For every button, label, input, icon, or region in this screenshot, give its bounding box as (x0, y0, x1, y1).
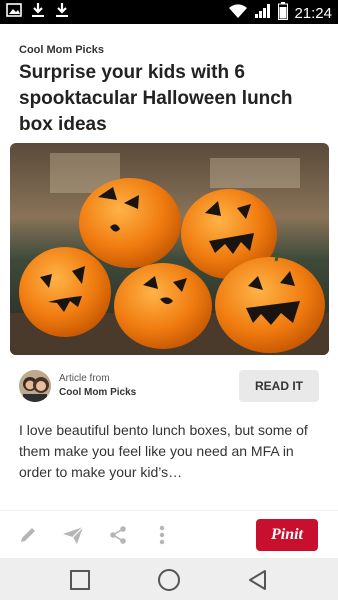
pin-closeup: Cool Mom Picks Surprise your kids with 6… (0, 24, 338, 510)
pin-description: I love beautiful bento lunch boxes, but … (19, 422, 308, 480)
image-icon (6, 2, 22, 23)
download-icon (54, 2, 70, 23)
read-it-button[interactable]: READ IT (239, 370, 319, 402)
send-icon[interactable] (61, 523, 85, 547)
article-from-label: Article from (59, 373, 110, 384)
article-source-name[interactable]: Cool Mom Picks (59, 387, 136, 398)
pin-title: Surprise your kids with 6 spooktacular H… (19, 62, 293, 135)
back-triangle-icon[interactable] (246, 568, 270, 592)
signal-icon (254, 3, 272, 24)
pin-it-button[interactable]: Pinit (256, 519, 318, 551)
pin-image[interactable] (10, 143, 329, 355)
status-time: 21:24 (294, 4, 332, 22)
pin-source-name[interactable]: Cool Mom Picks (19, 44, 104, 56)
system-nav-bar (0, 558, 338, 600)
action-bar: Pinit (0, 510, 338, 558)
recents-square-icon[interactable] (68, 568, 92, 592)
battery-icon (278, 2, 289, 25)
home-circle-icon[interactable] (157, 568, 181, 592)
jack-o-lantern-clementines-photo (10, 143, 329, 355)
status-bar: 21:24 (0, 0, 338, 24)
pencil-icon[interactable] (16, 523, 40, 547)
avatar[interactable] (19, 370, 51, 402)
more-icon[interactable] (150, 523, 174, 547)
share-icon[interactable] (106, 523, 130, 547)
article-source-row: Article from Cool Mom Picks READ IT (19, 370, 319, 408)
download-icon (30, 2, 46, 23)
wifi-icon (228, 3, 248, 24)
